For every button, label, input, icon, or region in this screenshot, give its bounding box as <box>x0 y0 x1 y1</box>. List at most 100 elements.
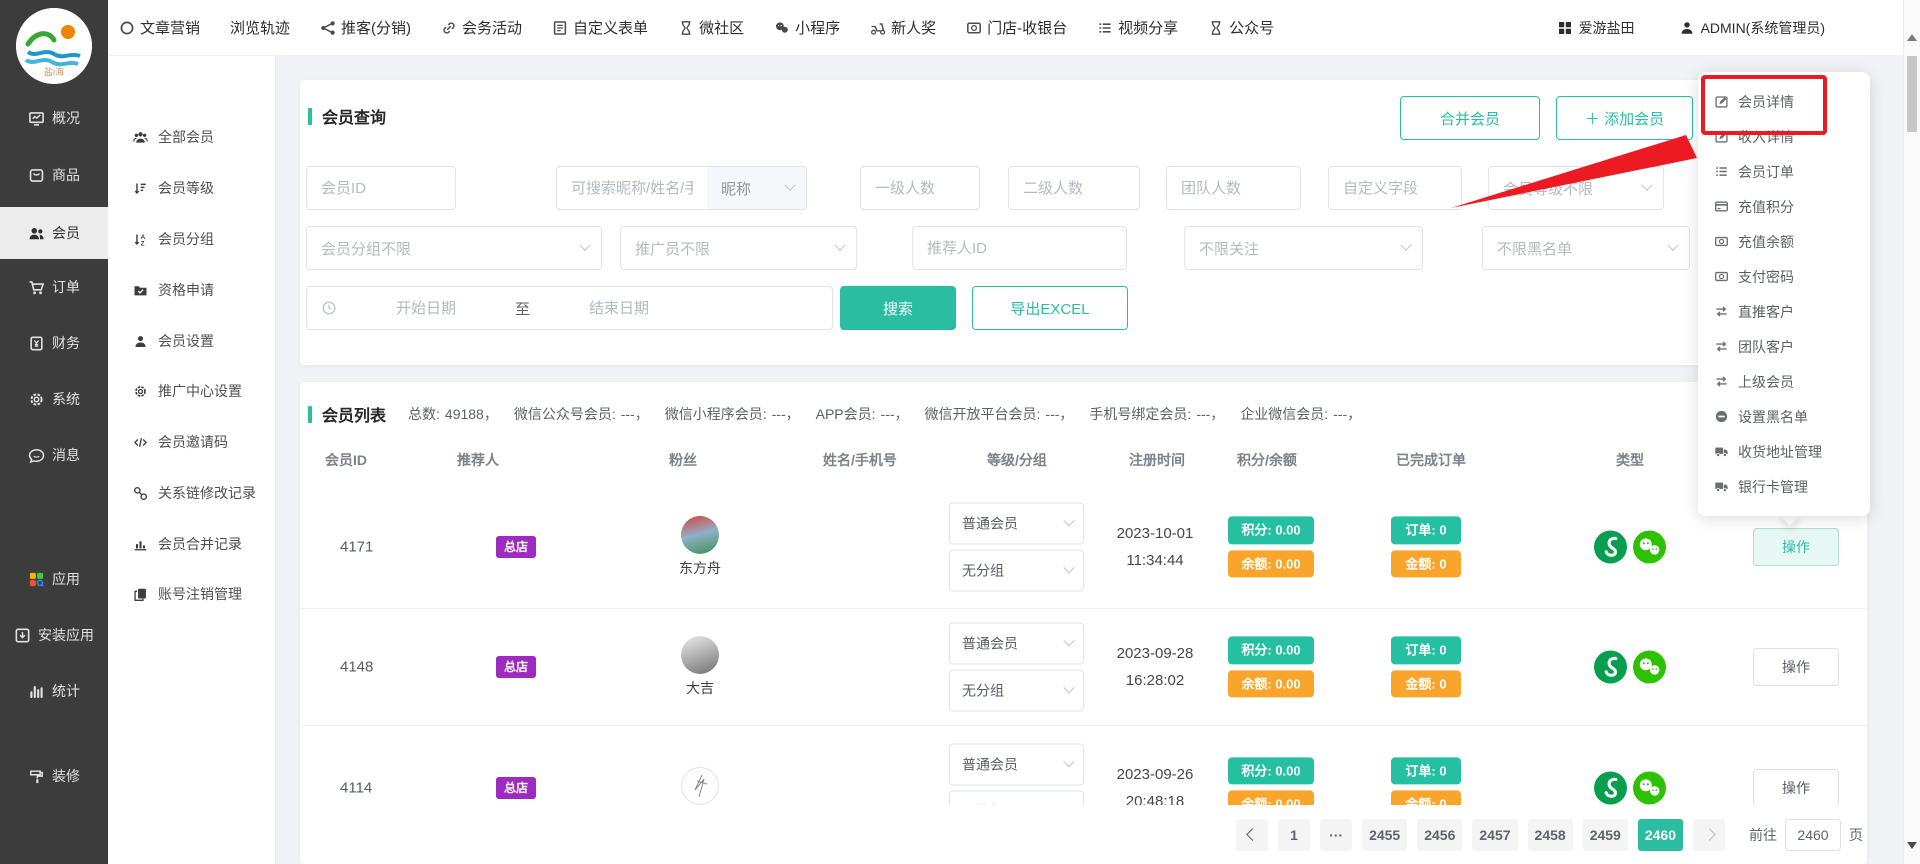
nav-item-article-marketing[interactable]: 文章营销 <box>119 17 200 38</box>
nav-item-distribution[interactable]: 推客(分销) <box>320 17 411 38</box>
scrollbar-down-arrow-icon[interactable] <box>1907 842 1917 849</box>
nav-item-miniprogram[interactable]: 小程序 <box>774 17 840 38</box>
member-id-input[interactable] <box>306 166 456 210</box>
search-button[interactable]: 搜索 <box>840 286 956 330</box>
credit-card-icon <box>1714 199 1729 214</box>
menu-item-recharge-balance[interactable]: 充值余额 <box>1698 224 1870 259</box>
member-level-select[interactable]: 普通会员 <box>949 743 1084 785</box>
pagination-page-button[interactable]: 2459 <box>1583 819 1628 851</box>
date-start-input[interactable] <box>337 300 515 317</box>
submenu-item-invite-code[interactable]: 会员邀请码 <box>108 421 276 463</box>
submenu-item-all-members[interactable]: 全部会员 <box>108 116 276 158</box>
folder-check-icon <box>133 283 148 298</box>
referrer-id-input[interactable] <box>912 226 1127 270</box>
member-group-select[interactable]: 无分组 <box>949 550 1084 592</box>
pagination-prev-button[interactable] <box>1236 819 1268 851</box>
menu-item-recharge-points[interactable]: 充值积分 <box>1698 189 1870 224</box>
promoter-select[interactable]: 推广员不限 <box>620 226 857 270</box>
panel-title: 会员查询 <box>308 104 386 128</box>
nav-item-official-account[interactable]: 公众号 <box>1208 17 1274 38</box>
pagination-ellipsis[interactable]: ··· <box>1320 819 1352 851</box>
pagination-page-button[interactable]: 2455 <box>1362 819 1407 851</box>
level1-count-input[interactable] <box>860 166 980 210</box>
menu-item-upline-member[interactable]: 上级会员 <box>1698 364 1870 399</box>
submenu-item-qualification[interactable]: 资格申请 <box>108 269 276 311</box>
pagination-next-button[interactable] <box>1693 819 1725 851</box>
nav-item-community[interactable]: 微社区 <box>678 17 744 38</box>
nav-item-events[interactable]: 会务活动 <box>441 17 522 38</box>
page-scrollbar[interactable] <box>1903 0 1920 864</box>
submenu-item-promotion-settings[interactable]: 推广中心设置 <box>108 370 276 412</box>
sidebar-item-system[interactable]: 系统 <box>0 373 108 425</box>
menu-item-set-blacklist[interactable]: 设置黑名单 <box>1698 399 1870 434</box>
menu-item-direct-customers[interactable]: 直推客户 <box>1698 294 1870 329</box>
menu-item-income-detail[interactable]: 收入详情 <box>1698 119 1870 154</box>
member-level-select[interactable]: 会员等级不限 <box>1488 166 1664 210</box>
sidebar-item-decorate[interactable]: 装修 <box>0 750 108 802</box>
link-icon <box>441 20 457 36</box>
table-row: 4171 总店 东方舟 普通会员 无分组 2023-10-0111:34:44 … <box>300 486 1867 609</box>
add-member-button[interactable]: ＋ 添加会员 <box>1556 96 1693 140</box>
member-type-cell <box>1594 531 1666 564</box>
site-switcher[interactable]: 爱游盐田 <box>1557 18 1635 38</box>
pagination-page-button[interactable]: 2457 <box>1472 819 1517 851</box>
menu-item-address-management[interactable]: 收货地址管理 <box>1698 434 1870 469</box>
keyword-search-input[interactable] <box>556 166 708 210</box>
member-level-select[interactable]: 普通会员 <box>949 623 1084 665</box>
submenu-item-member-settings[interactable]: 会员设置 <box>108 320 276 362</box>
pagination-page-button-active[interactable]: 2460 <box>1638 819 1683 851</box>
orders-badge: 订单: 0 <box>1391 636 1461 664</box>
menu-item-team-customers[interactable]: 团队客户 <box>1698 329 1870 364</box>
date-end-input[interactable] <box>530 300 708 317</box>
export-excel-button[interactable]: 导出EXCEL <box>972 286 1128 330</box>
blacklist-filter-select[interactable]: 不限黑名单 <box>1482 226 1690 270</box>
submenu-item-member-level[interactable]: 会员等级 <box>108 167 276 209</box>
sidebar-item-finance[interactable]: 财务 <box>0 317 108 369</box>
sidebar-item-goods[interactable]: 商品 <box>0 149 108 201</box>
nav-item-newcomer-award[interactable]: 新人奖 <box>870 17 936 38</box>
scrollbar-up-arrow-icon[interactable] <box>1907 34 1917 41</box>
menu-item-pay-password[interactable]: 支付密码 <box>1698 259 1870 294</box>
member-level-select[interactable]: 普通会员 <box>949 503 1084 545</box>
search-type-select[interactable]: 昵称 <box>707 166 807 210</box>
member-group-select[interactable]: 无分组 <box>949 670 1084 712</box>
merge-members-button[interactable]: 合并会员 <box>1400 96 1540 140</box>
custom-field-input[interactable] <box>1328 166 1462 210</box>
row-action-button[interactable]: 操作 <box>1753 769 1839 807</box>
sidebar-item-messages[interactable]: 消息 <box>0 429 108 481</box>
jump-page-input[interactable] <box>1785 819 1841 851</box>
submenu-item-merge-log[interactable]: 会员合并记录 <box>108 523 276 565</box>
col-header-level: 等级/分组 <box>987 450 1047 470</box>
sidebar-item-install-apps[interactable]: 安装应用 <box>0 609 108 661</box>
row-action-button[interactable]: 操作 <box>1753 648 1839 686</box>
pagination-page-button[interactable]: 2458 <box>1528 819 1573 851</box>
row-action-button[interactable]: 操作 <box>1753 528 1839 566</box>
topbar-right: 爱游盐田 ADMIN(系统管理员) <box>1557 18 1825 38</box>
sidebar-item-orders[interactable]: 订单 <box>0 261 108 313</box>
date-range-picker[interactable]: 至 <box>306 286 833 330</box>
team-count-input[interactable] <box>1166 166 1301 210</box>
sidebar-item-statistics[interactable]: 统计 <box>0 665 108 717</box>
menu-item-member-orders[interactable]: 会员订单 <box>1698 154 1870 189</box>
pagination-page-button[interactable]: 1 <box>1278 819 1310 851</box>
sidebar-item-overview[interactable]: 概况 <box>0 92 108 144</box>
submenu-item-member-group[interactable]: 会员分组 <box>108 218 276 260</box>
nav-item-custom-form[interactable]: 自定义表单 <box>552 17 648 38</box>
nav-item-browse-track[interactable]: 浏览轨迹 <box>230 17 290 38</box>
nav-item-store-cashier[interactable]: 门店-收银台 <box>966 17 1067 38</box>
submenu-item-account-cancel[interactable]: 账号注销管理 <box>108 573 276 615</box>
chevron-right-icon <box>1703 828 1716 841</box>
level2-count-input[interactable] <box>1008 166 1140 210</box>
follow-filter-select[interactable]: 不限关注 <box>1184 226 1423 270</box>
member-group-select[interactable]: 会员分组不限 <box>306 226 602 270</box>
scrollbar-thumb[interactable] <box>1907 56 1917 132</box>
sidebar-item-members[interactable]: 会员 <box>0 207 108 259</box>
sidebar-item-apps[interactable]: 应用 <box>0 553 108 605</box>
submenu-item-relation-log[interactable]: 关系链修改记录 <box>108 472 276 514</box>
menu-item-member-detail[interactable]: 会员详情 <box>1698 84 1870 119</box>
menu-item-bank-card-management[interactable]: 银行卡管理 <box>1698 469 1870 504</box>
level-group-cell: 普通会员 无分组 <box>949 623 1084 712</box>
nav-item-video-share[interactable]: 视频分享 <box>1097 17 1178 38</box>
admin-account-menu[interactable]: ADMIN(系统管理员) <box>1679 18 1825 38</box>
pagination-page-button[interactable]: 2456 <box>1417 819 1462 851</box>
